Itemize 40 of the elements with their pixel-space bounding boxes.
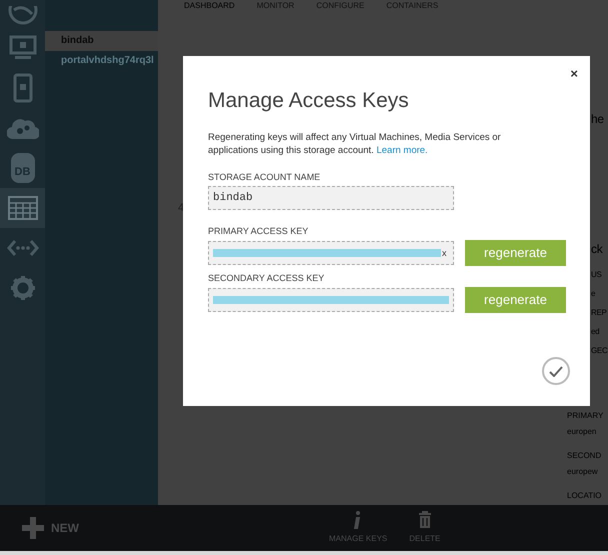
phone-icon — [12, 73, 32, 103]
settings-icon — [10, 275, 36, 301]
new-button[interactable]: NEW — [22, 517, 79, 539]
background-text: e — [591, 288, 596, 300]
dialog-title: Manage Access Keys — [208, 88, 410, 114]
learn-more-link[interactable]: Learn more. — [376, 145, 428, 156]
input-field[interactable] — [208, 288, 454, 312]
background-text: ck — [591, 242, 604, 257]
trash-icon — [418, 511, 432, 529]
field-label: PRIMARY ACCESS KEY — [208, 225, 310, 238]
background-text: he — [591, 112, 605, 127]
close-button[interactable]: × — [570, 64, 578, 84]
input-field[interactable]: x — [208, 241, 454, 265]
background-value: europen — [567, 426, 598, 438]
checkmark-icon — [549, 366, 563, 376]
background-text: ed — [591, 326, 600, 338]
confirm-button[interactable] — [542, 357, 570, 385]
code-icon — [6, 239, 38, 257]
monitor-icon — [8, 35, 36, 61]
field-label: SECONDARY ACCESS KEY — [208, 272, 326, 285]
background-label: LOCATIO — [567, 490, 603, 502]
top-tab[interactable]: DASHBOARD — [184, 1, 235, 10]
plus-icon — [22, 517, 44, 539]
command-button[interactable]: MANAGE KEYS — [329, 511, 388, 545]
background-text: REP — [591, 307, 608, 319]
key-fragment: x — [442, 248, 446, 258]
navigation-item[interactable] — [0, 188, 45, 228]
storage-list-item[interactable]: portalvhdshg74rq3l — [45, 51, 158, 71]
table-icon — [8, 196, 38, 220]
background-label: SECOND — [567, 450, 602, 462]
background-text: US — [591, 269, 603, 281]
regenerate-button[interactable]: regenerate — [465, 287, 566, 313]
background-text: GEC — [591, 345, 608, 357]
background-value: europew — [567, 466, 599, 478]
regenerate-button[interactable]: regenerate — [465, 240, 566, 266]
dialog-message: Regenerating keys will affect any Virtual Machines, Media Services or applications using this storage account. Learn more. — [208, 131, 502, 157]
command-button[interactable]: DELETE — [409, 511, 440, 545]
input-field[interactable]: bindab — [208, 186, 454, 210]
background-label: PRIMARY — [567, 410, 604, 422]
field-label: STORAGE ACOUNT NAME — [208, 171, 322, 184]
